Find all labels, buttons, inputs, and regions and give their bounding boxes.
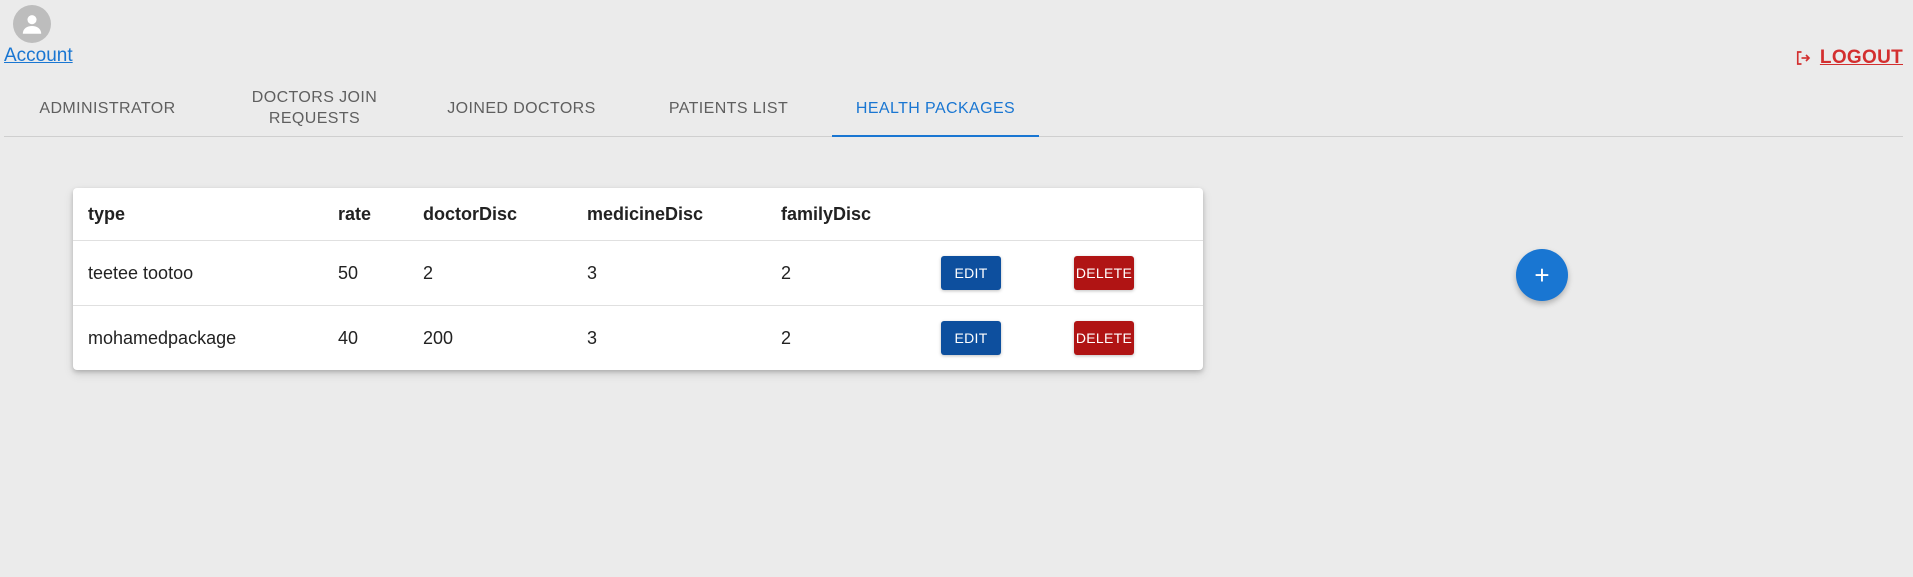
health-packages-table: type rate doctorDisc medicineDisc family… xyxy=(73,188,1203,370)
plus-icon: + xyxy=(1534,259,1550,290)
column-header-rate: rate xyxy=(338,203,372,224)
cell-family-disc: 2 xyxy=(781,262,792,283)
edit-button[interactable]: EDIT xyxy=(941,321,1001,355)
avatar[interactable] xyxy=(13,5,51,43)
edit-button[interactable]: EDIT xyxy=(941,256,1001,290)
add-package-button[interactable]: + xyxy=(1516,249,1568,301)
logout-button[interactable]: LOGOUT xyxy=(1794,47,1903,69)
cell-family-disc: 2 xyxy=(781,327,792,348)
tab-patients-list[interactable]: PATIENTS LIST xyxy=(625,80,832,136)
tab-administrator[interactable]: ADMINISTRATOR xyxy=(4,80,211,136)
column-header-type: type xyxy=(88,203,126,224)
cell-medicine-disc: 3 xyxy=(587,327,598,348)
tab-health-packages[interactable]: HEALTH PACKAGES xyxy=(832,80,1039,137)
cell-doctor-disc: 2 xyxy=(423,262,434,283)
person-icon xyxy=(22,15,42,34)
cell-medicine-disc: 3 xyxy=(587,262,598,283)
cell-type: teetee tootoo xyxy=(88,262,194,283)
delete-button[interactable]: DELETE xyxy=(1074,256,1134,290)
account-link[interactable]: Account xyxy=(4,45,73,67)
column-header-medicine-disc: medicineDisc xyxy=(587,203,704,224)
cell-doctor-disc: 200 xyxy=(423,327,454,348)
delete-button[interactable]: DELETE xyxy=(1074,321,1134,355)
column-header-family-disc: familyDisc xyxy=(781,203,872,224)
logout-label: LOGOUT xyxy=(1819,47,1903,68)
tab-bar: ADMINISTRATOR DOCTORS JOIN REQUESTS JOIN… xyxy=(4,80,1903,137)
tab-joined-doctors[interactable]: JOINED DOCTORS xyxy=(418,80,625,136)
cell-rate: 50 xyxy=(338,262,359,283)
column-header-doctor-disc: doctorDisc xyxy=(423,203,518,224)
logout-icon xyxy=(1796,51,1811,65)
table-row: teetee tootoo 50 2 3 2 EDIT DELETE xyxy=(73,241,1203,306)
table-header-row: type rate doctorDisc medicineDisc family… xyxy=(73,188,1203,241)
table-row: mohamedpackage 40 200 3 2 EDIT DELETE xyxy=(73,306,1203,370)
tab-doctors-join-requests[interactable]: DOCTORS JOIN REQUESTS xyxy=(211,80,418,136)
cell-rate: 40 xyxy=(338,327,359,348)
cell-type: mohamedpackage xyxy=(88,327,237,348)
